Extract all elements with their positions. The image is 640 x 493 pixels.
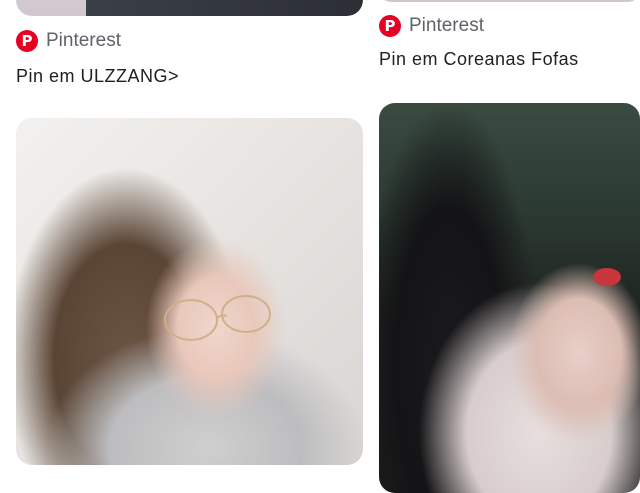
result-thumbnail-image[interactable] xyxy=(379,103,640,493)
pinterest-logo-icon: P xyxy=(16,30,38,52)
result-thumbnail-image[interactable] xyxy=(16,118,363,465)
photo-detail xyxy=(593,268,621,286)
pinterest-logo-icon: P xyxy=(379,15,401,37)
result-title[interactable]: Pin em ULZZANG> xyxy=(16,66,179,87)
result-source[interactable]: P Pinterest xyxy=(379,15,484,37)
source-label: Pinterest xyxy=(46,30,121,51)
result-title[interactable]: Pin em Coreanas Fofas xyxy=(379,49,579,70)
result-thumbnail-image[interactable] xyxy=(16,0,363,16)
result-source[interactable]: P Pinterest xyxy=(16,30,121,52)
result-thumbnail-image[interactable] xyxy=(379,0,640,2)
glasses-graphic xyxy=(164,295,271,341)
source-label: Pinterest xyxy=(409,15,484,36)
